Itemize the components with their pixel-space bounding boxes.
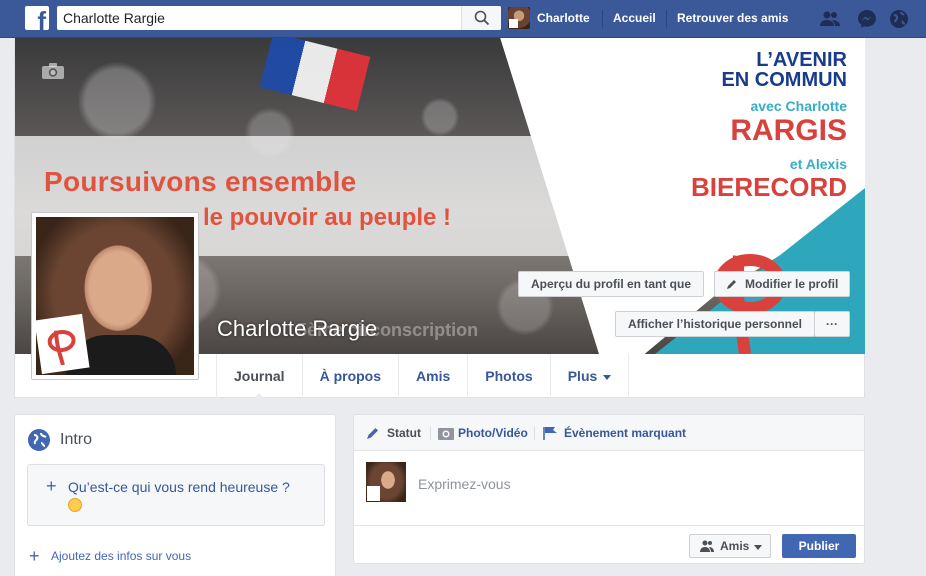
tab-label: Journal <box>234 368 285 384</box>
phi-logo-icon <box>47 329 76 366</box>
pencil-icon <box>727 280 736 289</box>
friends-icon <box>700 540 714 552</box>
composer-input[interactable]: Exprimez-vous <box>418 476 511 492</box>
smiley-emoji-icon <box>68 498 82 512</box>
top-navigation-bar: f Charlotte Accueil Retrouver des amis <box>0 0 926 38</box>
composer-tabs: Statut Photo/Vidéo Évènement marquant <box>354 415 864 451</box>
facebook-logo-letter: f <box>37 6 46 36</box>
profile-name[interactable]: Charlotte Rargie <box>217 316 377 342</box>
pencil-icon <box>367 428 378 439</box>
cover-candidate1: RARGIS <box>730 114 847 147</box>
plus-icon: + <box>46 476 57 496</box>
composer-divider <box>430 426 431 440</box>
search-bar <box>57 6 501 30</box>
publish-button[interactable]: Publier <box>782 534 856 558</box>
nav-divider <box>602 10 603 28</box>
globe-icon <box>28 429 50 451</box>
nav-divider <box>666 10 667 28</box>
view-as-button[interactable]: Aperçu du profil en tant que <box>518 271 704 297</box>
tab-label: Plus <box>567 368 598 384</box>
tab-status[interactable]: Statut <box>387 426 421 440</box>
tab-label: À propos <box>319 368 382 384</box>
cover-headline: L’AVENIR EN COMMUN <box>721 50 847 90</box>
cover-slogan-line1: Poursuivons ensemble <box>44 166 357 197</box>
intro-question-text: Qu’est-ce qui vous rend heureuse ? <box>68 479 290 495</box>
nav-user-name[interactable]: Charlotte <box>537 11 590 25</box>
facebook-logo[interactable]: f <box>25 6 49 34</box>
tab-photos[interactable]: Photos <box>468 354 551 398</box>
cover-headline-line2: EN COMMUN <box>721 69 847 91</box>
intro-panel: Intro + Qu’est-ce qui vous rend heureuse… <box>14 414 336 576</box>
french-flag-graphic <box>259 38 371 112</box>
audience-selector[interactable]: Amis <box>689 534 771 558</box>
active-tab-pointer <box>253 393 266 399</box>
nav-home[interactable]: Accueil <box>613 11 656 25</box>
search-icon <box>474 10 490 26</box>
camera-icon[interactable] <box>41 62 65 80</box>
cover-with-label: avec Charlotte <box>750 98 847 114</box>
cover-headline-line1: L’AVENIR <box>756 49 847 71</box>
search-button[interactable] <box>461 6 501 30</box>
tab-friends[interactable]: Amis <box>399 354 469 398</box>
plus-icon: + <box>29 546 40 566</box>
composer-avatar[interactable] <box>366 462 406 502</box>
composer-divider <box>534 426 535 440</box>
tab-life-event[interactable]: Évènement marquant <box>564 426 686 440</box>
cover-slogan-line2: le pouvoir au peuple ! <box>203 204 452 231</box>
post-composer: Statut Photo/Vidéo Évènement marquant Ex… <box>353 414 865 564</box>
tab-label: Amis <box>416 368 451 384</box>
profile-photo <box>36 217 194 375</box>
edit-profile-button[interactable]: Modifier le profil <box>714 271 850 297</box>
notifications-globe-icon[interactable] <box>889 9 909 29</box>
messenger-icon[interactable] <box>857 9 877 29</box>
search-input[interactable] <box>57 6 461 30</box>
tab-journal[interactable]: Journal <box>216 354 303 399</box>
cover-and-label: et Alexis <box>789 156 847 172</box>
tab-more[interactable]: Plus <box>551 354 630 398</box>
edit-profile-label: Modifier le profil <box>745 277 839 291</box>
tab-about[interactable]: À propos <box>303 354 400 398</box>
cover-candidate2: BIERECORD <box>690 172 847 202</box>
party-badge <box>36 313 90 375</box>
friend-requests-icon[interactable] <box>820 9 840 29</box>
flag-icon <box>543 427 557 440</box>
activity-log-button[interactable]: Afficher l’historique personnel <box>615 311 815 337</box>
add-info-link[interactable]: Ajoutez des infos sur vous <box>51 549 191 563</box>
tab-label: Photos <box>485 368 533 384</box>
profile-tabs: Journal À propos Amis Photos Plus <box>216 354 630 399</box>
profile-header-card: Poursuivons ensemble le pouvoir au peupl… <box>14 38 865 399</box>
more-options-button[interactable]: ··· <box>814 311 850 337</box>
chevron-down-icon <box>754 545 762 550</box>
intro-question-box[interactable]: + Qu’est-ce qui vous rend heureuse ? <box>27 464 325 526</box>
chevron-down-icon <box>603 374 612 380</box>
composer-divider <box>354 525 864 526</box>
intro-question[interactable]: Qu’est-ce qui vous rend heureuse ? <box>68 479 308 514</box>
nav-user-avatar[interactable] <box>508 7 530 29</box>
profile-picture[interactable] <box>31 212 199 380</box>
intro-title: Intro <box>60 431 93 448</box>
tab-photo-video[interactable]: Photo/Vidéo <box>458 426 528 440</box>
nav-find-friends[interactable]: Retrouver des amis <box>677 11 788 25</box>
camera-icon <box>438 428 454 440</box>
audience-label: Amis <box>720 539 750 553</box>
